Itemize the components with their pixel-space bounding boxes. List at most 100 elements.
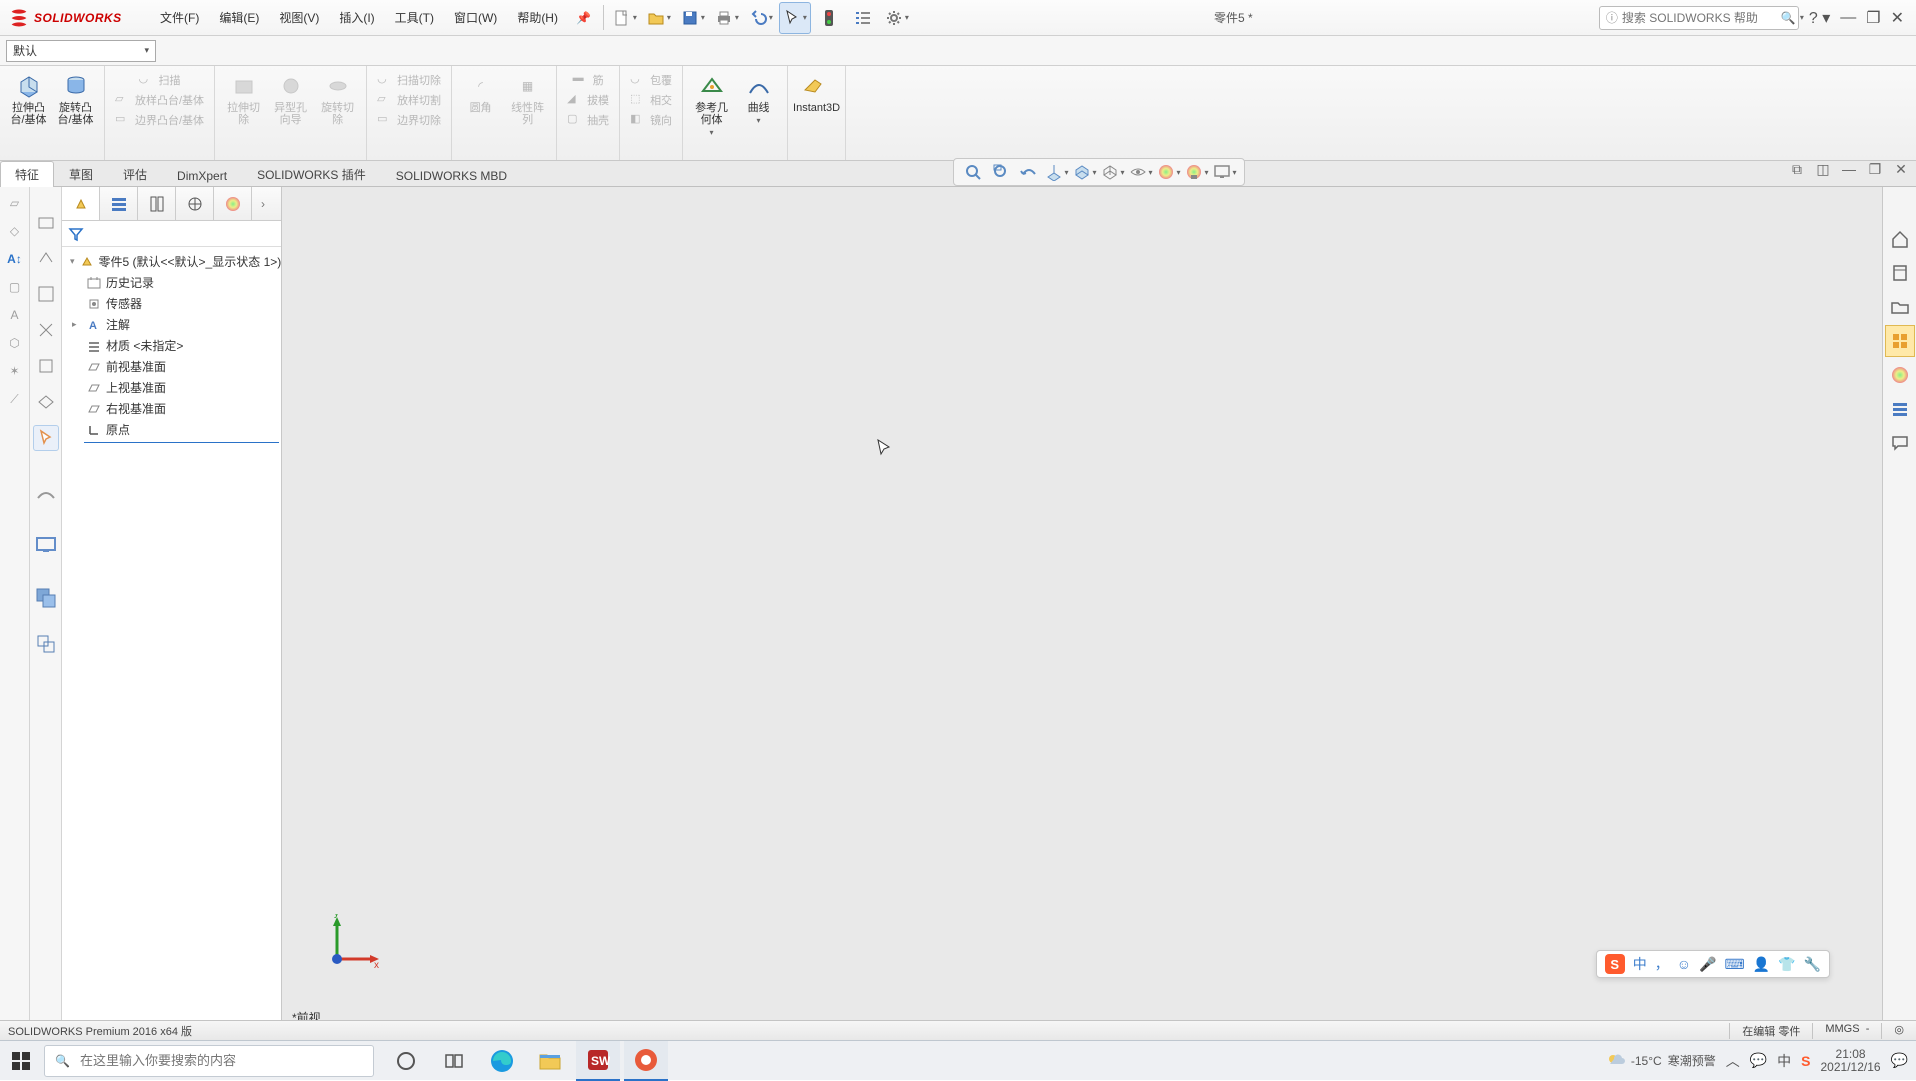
previous-view-button[interactable] xyxy=(1016,160,1042,184)
rebuild-button[interactable] xyxy=(813,2,845,34)
sogou-logo-icon[interactable]: S xyxy=(1605,954,1625,974)
section-view-button[interactable] xyxy=(1044,160,1070,184)
tree-expander-icon[interactable]: ▸ xyxy=(72,319,82,330)
tree-node-material[interactable]: 材质 <未指定> xyxy=(66,335,279,356)
tray-sogou-icon[interactable]: S xyxy=(1801,1053,1810,1069)
select-button[interactable] xyxy=(779,2,811,34)
taskbar-solidworks[interactable]: SW xyxy=(576,1041,620,1081)
pin-menu-icon[interactable]: 📌 xyxy=(568,11,599,25)
fm-tab-dimxpert[interactable] xyxy=(176,187,214,220)
ime-floating-bar[interactable]: S 中 ， ☺ 🎤 ⌨ 👤 👕 🔧 xyxy=(1596,950,1830,978)
tree-node-annotations[interactable]: ▸A注解 xyxy=(66,314,279,335)
menu-help[interactable]: 帮助(H) xyxy=(507,0,568,36)
weather-widget[interactable]: -15°C 寒潮预警 xyxy=(1605,1051,1716,1071)
restore-button[interactable]: ❐ xyxy=(1866,8,1880,28)
print-button[interactable] xyxy=(711,2,743,34)
config-selector[interactable]: 默认 ▾ xyxy=(6,40,156,62)
curves-button[interactable]: 曲线▾ xyxy=(736,70,781,139)
save-button[interactable] xyxy=(677,2,709,34)
ime-voice-button[interactable]: 🎤 xyxy=(1699,956,1716,973)
tray-notifications-icon[interactable]: 💬 xyxy=(1891,1052,1908,1069)
view-tool-10[interactable] xyxy=(33,585,59,611)
edit-appearance-button[interactable] xyxy=(1156,160,1182,184)
tray-chevron-up-icon[interactable]: ︿ xyxy=(1726,1051,1740,1071)
reference-geometry-button[interactable]: 参考几何体▾ xyxy=(689,70,734,139)
sketch-tool-2[interactable]: ◇ xyxy=(3,219,27,243)
taskpane-file-explorer[interactable] xyxy=(1885,291,1915,323)
tray-meet-icon[interactable]: 💬 xyxy=(1750,1052,1767,1069)
ime-keyboard-button[interactable]: ⌨ xyxy=(1724,956,1744,973)
tree-node-front-plane[interactable]: 前视基准面 xyxy=(66,356,279,377)
fm-tab-expand[interactable]: › xyxy=(252,187,274,220)
settings-button[interactable] xyxy=(881,2,913,34)
start-button[interactable] xyxy=(0,1041,42,1081)
view-triad[interactable]: y x xyxy=(322,914,382,974)
view-tool-cursor[interactable] xyxy=(33,425,59,451)
menu-insert[interactable]: 插入(I) xyxy=(329,0,384,36)
fm-tab-design-tree[interactable] xyxy=(62,187,100,220)
taskbar-recorder[interactable] xyxy=(624,1041,668,1081)
sketch-tool-8[interactable]: ⟋ xyxy=(3,387,27,411)
taskpane-appearances[interactable] xyxy=(1885,359,1915,391)
taskbar-explorer[interactable] xyxy=(528,1041,572,1081)
taskbar-taskview[interactable] xyxy=(432,1041,476,1081)
open-doc-button[interactable] xyxy=(643,2,675,34)
viewport-new-window-button[interactable]: ◫ xyxy=(1812,158,1834,180)
view-tool-2[interactable] xyxy=(33,245,59,271)
taskbar-edge[interactable] xyxy=(480,1041,524,1081)
tab-evaluate[interactable]: 评估 xyxy=(108,161,162,187)
taskbar-search-input[interactable] xyxy=(80,1053,363,1068)
taskpane-custom-props[interactable] xyxy=(1885,393,1915,425)
viewport-minimize-button[interactable]: — xyxy=(1838,158,1860,180)
options-list-button[interactable] xyxy=(847,2,879,34)
view-tool-8[interactable] xyxy=(33,481,59,507)
tab-mbd[interactable]: SOLIDWORKS MBD xyxy=(381,164,522,187)
revolve-boss-button[interactable]: 旋转凸台/基体 xyxy=(53,70,98,128)
sketch-tool-6[interactable]: ⬡ xyxy=(3,331,27,355)
tree-node-top-plane[interactable]: 上视基准面 xyxy=(66,377,279,398)
taskbar-search[interactable]: 🔍 xyxy=(44,1045,374,1077)
tree-root[interactable]: ▾ 零件5 (默认<<默认>_显示状态 1>) xyxy=(66,251,279,272)
graphics-viewport[interactable]: ⧉ ◫ — ❐ ✕ y x *前视 模型 xyxy=(282,187,1916,1044)
zoom-fit-button[interactable] xyxy=(960,160,986,184)
taskpane-home[interactable] xyxy=(1885,223,1915,255)
view-settings-button[interactable] xyxy=(1212,160,1238,184)
menu-edit[interactable]: 编辑(E) xyxy=(209,0,269,36)
help-menu-button[interactable]: ? ▾ xyxy=(1809,8,1830,28)
tray-clock[interactable]: 21:08 2021/12/16 xyxy=(1821,1048,1881,1074)
taskpane-design-library[interactable] xyxy=(1885,257,1915,289)
tray-ime-indicator[interactable]: 中 xyxy=(1777,1051,1791,1071)
tree-insertion-bar[interactable] xyxy=(84,442,279,443)
ime-toolbox-button[interactable]: 🔧 xyxy=(1804,956,1821,973)
display-style-button[interactable] xyxy=(1100,160,1126,184)
undo-button[interactable] xyxy=(745,2,777,34)
view-orientation-button[interactable] xyxy=(1072,160,1098,184)
instant3d-button[interactable]: Instant3D xyxy=(794,70,839,116)
sketch-tool-1[interactable]: ▱ xyxy=(3,191,27,215)
menu-view[interactable]: 视图(V) xyxy=(269,0,329,36)
tab-sketch[interactable]: 草图 xyxy=(54,161,108,187)
menu-tools[interactable]: 工具(T) xyxy=(385,0,444,36)
view-tool-3[interactable] xyxy=(33,281,59,307)
view-tool-6[interactable] xyxy=(33,389,59,415)
view-tool-9[interactable] xyxy=(33,531,59,557)
extrude-boss-button[interactable]: 拉伸凸台/基体 xyxy=(6,70,51,128)
status-custom-button[interactable]: ◎ xyxy=(1881,1023,1916,1039)
ime-punct-toggle[interactable]: ， xyxy=(1655,954,1669,974)
taskbar-cortana[interactable] xyxy=(384,1041,428,1081)
view-tool-4[interactable] xyxy=(33,317,59,343)
minimize-button[interactable]: — xyxy=(1840,9,1856,27)
tree-expander-icon[interactable]: ▾ xyxy=(70,256,75,267)
fm-tab-property[interactable] xyxy=(100,187,138,220)
smart-dimension-tool[interactable]: A↕ xyxy=(3,247,27,271)
sketch-tool-7[interactable]: ✶ xyxy=(3,359,27,383)
tree-node-right-plane[interactable]: 右视基准面 xyxy=(66,398,279,419)
new-doc-button[interactable] xyxy=(609,2,641,34)
tree-node-origin[interactable]: 原点 xyxy=(66,419,279,440)
tab-dimxpert[interactable]: DimXpert xyxy=(162,164,242,187)
viewport-close-button[interactable]: ✕ xyxy=(1890,158,1912,180)
fm-tab-display[interactable] xyxy=(214,187,252,220)
status-units[interactable]: MMGS - xyxy=(1812,1023,1881,1039)
view-tool-11[interactable] xyxy=(33,631,59,657)
tab-features[interactable]: 特征 xyxy=(0,161,54,187)
